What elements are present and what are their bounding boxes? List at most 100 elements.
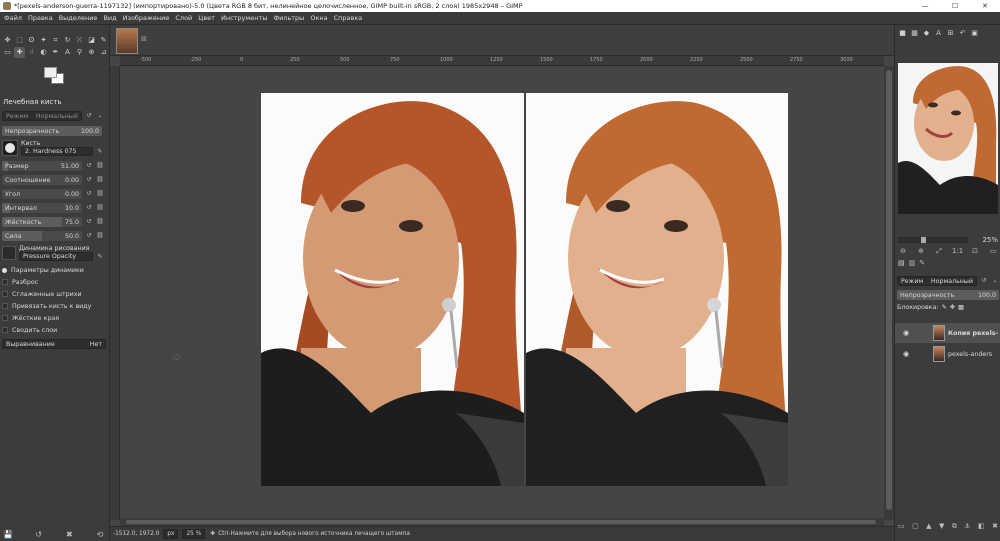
menu-view[interactable]: Вид	[103, 14, 116, 22]
lock-brush-checkbox[interactable]	[2, 303, 8, 309]
menu-windows[interactable]: Окна	[310, 14, 327, 22]
tab-layers-icon[interactable]: ▤	[898, 259, 905, 267]
measure-icon[interactable]: ⊿	[98, 47, 109, 58]
force-reset-icon[interactable]: ↺	[85, 232, 93, 240]
tab-navigation-icon[interactable]: ⊞	[946, 29, 955, 38]
hardness-link-icon[interactable]: ⛓	[96, 218, 104, 226]
lasso-icon[interactable]: ʘ	[26, 35, 37, 46]
sample-merged-checkbox[interactable]	[2, 327, 8, 333]
paintbrush-icon[interactable]: ✎	[98, 35, 109, 46]
lock-brush-row[interactable]: Привязать кисть к виду	[2, 301, 106, 311]
rotate-icon[interactable]: ↻	[62, 35, 73, 46]
eraser-icon[interactable]: ▭	[2, 47, 13, 58]
warp-icon[interactable]: ⤫	[74, 35, 85, 46]
rect-select-icon[interactable]: ⬚	[14, 35, 25, 46]
zoom-out-icon[interactable]: ⊖	[898, 247, 908, 256]
tab-paths-icon[interactable]: ✎	[919, 259, 925, 267]
dynamics-options-row[interactable]: Параметры динамики	[2, 265, 106, 275]
anchor-layer-icon[interactable]: ⚓	[964, 522, 970, 531]
aspect-link-icon[interactable]: ⛓	[96, 176, 104, 184]
dynamics-edit-icon[interactable]: ✎	[96, 253, 104, 261]
menu-image[interactable]: Изображение	[123, 14, 170, 22]
photo-edited[interactable]	[526, 93, 788, 486]
restore-options-icon[interactable]: ↺	[33, 530, 45, 539]
maximize-button[interactable]: ☐	[940, 2, 970, 10]
layer-row[interactable]: ◉ Копия pexels-	[895, 323, 1000, 343]
save-options-icon[interactable]: 💾	[2, 530, 14, 539]
horizontal-ruler[interactable]: -500 -250 0 250 500 750 1000 1250 1500 1750 2000 22…	[120, 56, 884, 66]
spacing-link-icon[interactable]: ⛓	[96, 204, 104, 212]
color-picker-icon[interactable]: ⚲	[74, 47, 85, 58]
duplicate-layer-icon[interactable]: ⧉	[952, 522, 957, 531]
zoom-slider[interactable]	[898, 237, 968, 243]
new-view-icon[interactable]: ▭	[988, 247, 998, 256]
brush-field[interactable]: 2. Hardness 075	[21, 147, 93, 156]
menu-edit[interactable]: Правка	[28, 14, 53, 22]
brush-preview[interactable]	[2, 140, 18, 156]
canvas-area[interactable]: -500 -250 0 250 500 750 1000 1250 1500 1750 2000 22…	[110, 56, 894, 526]
vertical-scrollbar[interactable]	[884, 66, 894, 520]
raise-layer-icon[interactable]: ▲	[926, 522, 931, 531]
angle-reset-icon[interactable]: ↺	[85, 190, 93, 198]
size-slider[interactable]: Размер 51.00	[2, 161, 82, 171]
eye-icon[interactable]: ◉	[901, 329, 911, 337]
delete-layer-icon[interactable]: ✖	[992, 522, 998, 531]
lock-position-icon[interactable]: ✥	[950, 304, 955, 311]
aspect-slider[interactable]: Соотношение 0.00	[2, 175, 82, 185]
lock-pixels-icon[interactable]: ✎	[941, 304, 946, 311]
layer-row[interactable]: ◉ pexels-anders	[895, 344, 1000, 364]
photo-original[interactable]	[261, 93, 524, 486]
zoom-fit-icon[interactable]: ⤢	[934, 247, 944, 256]
tab-undo-icon[interactable]: ↶	[958, 29, 967, 38]
fuzzy-select-icon[interactable]: ✦	[38, 35, 49, 46]
menu-tools[interactable]: Инструменты	[221, 14, 268, 22]
hard-edge-checkbox[interactable]	[2, 315, 8, 321]
spacing-reset-icon[interactable]: ↺	[85, 204, 93, 212]
close-button[interactable]: ✕	[970, 2, 1000, 10]
horizontal-scroll-thumb[interactable]	[126, 520, 876, 524]
delete-options-icon[interactable]: ✖	[63, 530, 75, 539]
sample-merged-row[interactable]: Сводить слои	[2, 325, 106, 335]
tab-patterns-icon[interactable]: ▦	[910, 29, 919, 38]
close-icon[interactable]: ⊠	[141, 35, 147, 43]
crop-icon[interactable]: ⌗	[50, 35, 61, 46]
menu-select[interactable]: Выделение	[59, 14, 98, 22]
size-link-icon[interactable]: ⛓	[96, 162, 104, 170]
navigation-preview[interactable]	[898, 63, 998, 214]
spacing-slider[interactable]: Интервал 10.0	[2, 203, 82, 213]
smooth-checkbox[interactable]	[2, 291, 8, 297]
mode-reset-icon[interactable]: ↺	[85, 112, 93, 120]
horizontal-scrollbar[interactable]	[120, 518, 884, 526]
text-icon[interactable]: A	[62, 47, 73, 58]
angle-slider[interactable]: Угол 0.00	[2, 189, 82, 199]
shrink-wrap-icon[interactable]: ⊡	[970, 247, 980, 256]
new-group-icon[interactable]: ▢	[912, 522, 919, 531]
zoom-1-1-icon[interactable]: 1:1	[952, 247, 963, 256]
smooth-row[interactable]: Сглаженные штрихи	[2, 289, 106, 299]
move-icon[interactable]: ✥	[2, 35, 13, 46]
alignment-select[interactable]: Выравнивание Нет	[2, 339, 106, 349]
jitter-checkbox[interactable]	[2, 279, 8, 285]
smudge-icon[interactable]: ☝	[26, 47, 37, 58]
layer-mode-select[interactable]: Режим Нормальный	[897, 276, 977, 286]
dodge-icon[interactable]: ◐	[38, 47, 49, 58]
angle-link-icon[interactable]: ⛓	[96, 190, 104, 198]
reset-options-icon[interactable]: ⟲	[94, 530, 106, 539]
menu-help[interactable]: Справка	[334, 14, 363, 22]
chevron-down-icon[interactable]: ⌄	[96, 112, 104, 120]
dynamics-icon[interactable]	[2, 246, 16, 260]
menu-layer[interactable]: Слой	[175, 14, 192, 22]
vertical-ruler[interactable]	[110, 66, 120, 520]
tab-brushes-icon[interactable]: ■	[898, 29, 907, 38]
zoom-in-icon[interactable]: ⊕	[916, 247, 926, 256]
hardness-reset-icon[interactable]: ↺	[85, 218, 93, 226]
layer-opacity-slider[interactable]: Непрозрачность 100.0	[897, 290, 999, 300]
opacity-slider[interactable]: Непрозрачность 100.0	[2, 126, 102, 136]
hardness-slider[interactable]: Жёсткость 75.0	[2, 217, 82, 227]
zoom-icon[interactable]: ⊕	[86, 47, 97, 58]
chevron-down-icon[interactable]: ⌄	[991, 277, 999, 285]
foreground-color-swatch[interactable]	[44, 67, 57, 78]
menu-filters[interactable]: Фильтры	[273, 14, 304, 22]
mask-layer-icon[interactable]: ◧	[978, 522, 985, 531]
brush-edit-icon[interactable]: ✎	[96, 148, 104, 156]
